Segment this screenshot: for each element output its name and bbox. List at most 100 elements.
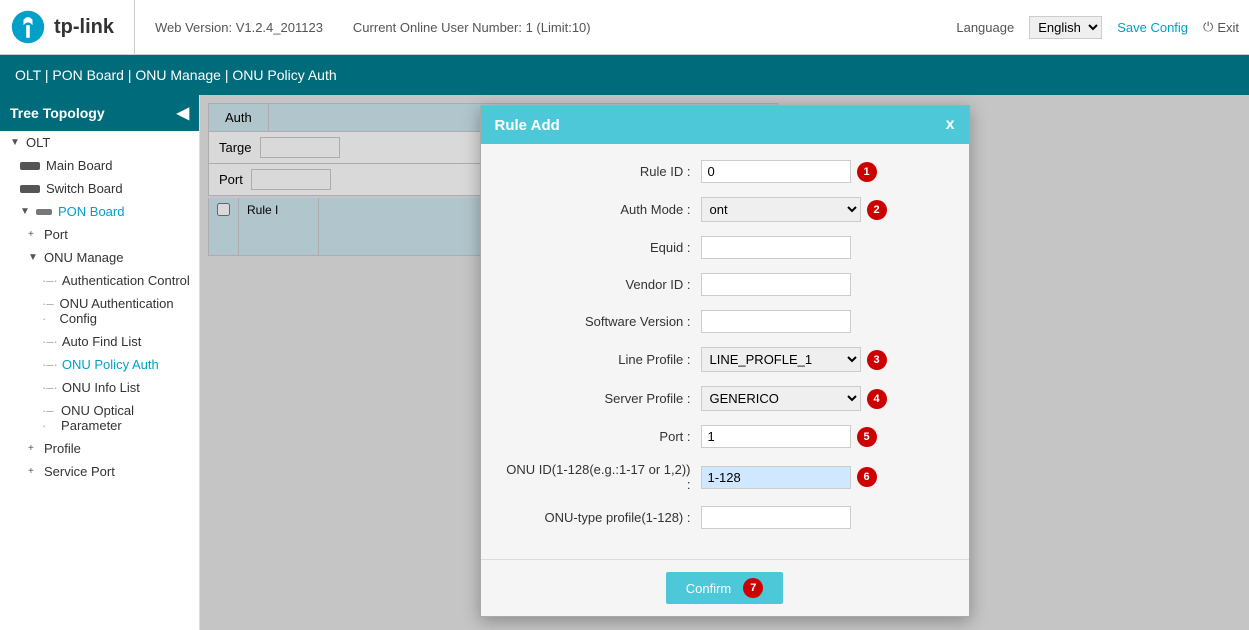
modal-header: Rule Add x: [481, 106, 969, 144]
profile-label: Profile: [44, 441, 81, 456]
line-profile-select[interactable]: LINE_PROFLE_1 LINE_PROFLE_2: [701, 347, 861, 372]
step-5-circle: 5: [857, 427, 877, 447]
sidebar-item-onu-auth-config[interactable]: ·–· ONU Authentication Config: [0, 292, 199, 330]
auth-mode-label: Auth Mode :: [501, 202, 701, 217]
modal-footer: Confirm 7: [481, 559, 969, 616]
sidebar-item-auto-find[interactable]: ·–· Auto Find List: [0, 330, 199, 353]
step-3-circle: 3: [867, 350, 887, 370]
vendor-id-row: Vendor ID :: [501, 273, 949, 296]
onu-policy-auth-label: ONU Policy Auth: [62, 357, 159, 372]
equid-label: Equid :: [501, 240, 701, 255]
sidebar-item-profile[interactable]: + Profile: [0, 437, 199, 460]
logo-text: tp-link: [54, 16, 114, 39]
pon-board-expand-icon: ▼: [20, 206, 32, 217]
content-area: Auth Targe Port PON0/0/6 Set R: [200, 95, 1249, 630]
step-1-circle: 1: [857, 162, 877, 182]
onu-type-profile-row: ONU-type profile(1-128) :: [501, 506, 949, 529]
vendor-id-input[interactable]: [701, 273, 851, 296]
software-version-label: Software Version :: [501, 314, 701, 329]
auth-mode-row: Auth Mode : ont mac loid hybrid 2: [501, 197, 949, 222]
port-field-input[interactable]: [701, 425, 851, 448]
breadcrumb: OLT | PON Board | ONU Manage | ONU Polic…: [0, 55, 1249, 95]
sidebar-item-onu-optical[interactable]: ·–· ONU Optical Parameter: [0, 399, 199, 437]
switch-board-device-icon: [20, 185, 40, 193]
rule-id-row: Rule ID : 1: [501, 160, 949, 183]
web-version: Web Version: V1.2.4_201123: [155, 20, 323, 35]
onu-id-row: ONU ID(1-128(e.g.:1-17 or 1,2)) : 6: [501, 462, 949, 492]
server-profile-select[interactable]: GENERICO: [701, 386, 861, 411]
header-right: Language English Save Config ⏻ Exit: [956, 16, 1239, 39]
sidebar-item-onu-policy-auth[interactable]: ·–· ONU Policy Auth: [0, 353, 199, 376]
equid-input[interactable]: [701, 236, 851, 259]
save-config-link[interactable]: Save Config: [1117, 20, 1188, 35]
auth-mode-select[interactable]: ont mac loid hybrid: [701, 197, 861, 222]
sidebar-item-olt[interactable]: ▼ OLT: [0, 131, 199, 154]
rule-add-modal: Rule Add x Rule ID : 1 Auth Mode : ont: [480, 105, 970, 617]
sidebar-item-port[interactable]: + Port: [0, 223, 199, 246]
onu-id-input[interactable]: [701, 466, 851, 489]
main-board-device-icon: [20, 162, 40, 170]
confirm-button[interactable]: Confirm 7: [666, 572, 784, 604]
tp-link-logo-icon: [10, 9, 46, 45]
service-port-label: Service Port: [44, 464, 115, 479]
expand-icon: ▼: [10, 137, 22, 148]
service-port-expand-icon: +: [28, 466, 40, 477]
pon-board-device-icon: [36, 209, 52, 215]
rule-id-input[interactable]: [701, 160, 851, 183]
switch-board-label: Switch Board: [46, 181, 123, 196]
port-label: Port: [44, 227, 68, 242]
sidebar-header: Tree Topology ◀: [0, 95, 199, 131]
header: tp-link Web Version: V1.2.4_201123 Curre…: [0, 0, 1249, 55]
step-7-circle: 7: [743, 578, 763, 598]
modal-overlay: Rule Add x Rule ID : 1 Auth Mode : ont: [200, 95, 1249, 630]
onu-type-profile-input[interactable]: [701, 506, 851, 529]
exit-button[interactable]: ⏻ Exit: [1203, 19, 1239, 35]
confirm-label: Confirm: [686, 581, 732, 596]
auth-control-label: Authentication Control: [62, 273, 190, 288]
logo-area: tp-link: [10, 0, 135, 54]
header-info: Web Version: V1.2.4_201123 Current Onlin…: [135, 20, 956, 35]
line-profile-row: Line Profile : LINE_PROFLE_1 LINE_PROFLE…: [501, 347, 949, 372]
breadcrumb-path: OLT | PON Board | ONU Manage | ONU Polic…: [15, 67, 337, 83]
step-4-circle: 4: [867, 389, 887, 409]
step-2-circle: 2: [867, 200, 887, 220]
sidebar-item-pon-board[interactable]: ▼ PON Board: [0, 200, 199, 223]
port-expand-icon: +: [28, 229, 40, 240]
main-layout: Tree Topology ◀ ▼ OLT Main Board Switch …: [0, 95, 1249, 630]
sidebar-item-onu-manage[interactable]: ▼ ONU Manage: [0, 246, 199, 269]
sidebar-item-switch-board[interactable]: Switch Board: [0, 177, 199, 200]
sidebar: Tree Topology ◀ ▼ OLT Main Board Switch …: [0, 95, 200, 630]
language-select[interactable]: English: [1029, 16, 1102, 39]
auto-find-label: Auto Find List: [62, 334, 142, 349]
onu-manage-expand-icon: ▼: [28, 252, 40, 263]
profile-expand-icon: +: [28, 443, 40, 454]
onu-auth-config-label: ONU Authentication Config: [59, 296, 191, 326]
sidebar-item-service-port[interactable]: + Service Port: [0, 460, 199, 483]
server-profile-label: Server Profile :: [501, 391, 701, 406]
exit-label: Exit: [1217, 20, 1239, 35]
onu-optical-label: ONU Optical Parameter: [61, 403, 191, 433]
port-field-label: Port :: [501, 429, 701, 444]
port-field-row: Port : 5: [501, 425, 949, 448]
software-version-input[interactable]: [701, 310, 851, 333]
sidebar-item-auth-control[interactable]: ·–· Authentication Control: [0, 269, 199, 292]
sidebar-item-main-board[interactable]: Main Board: [0, 154, 199, 177]
modal-body: Rule ID : 1 Auth Mode : ont mac loid hyb…: [481, 144, 969, 559]
step-6-circle: 6: [857, 467, 877, 487]
equid-row: Equid :: [501, 236, 949, 259]
language-label: Language: [956, 20, 1014, 35]
vendor-id-label: Vendor ID :: [501, 277, 701, 292]
server-profile-row: Server Profile : GENERICO 4: [501, 386, 949, 411]
software-version-row: Software Version :: [501, 310, 949, 333]
sidebar-item-onu-info[interactable]: ·–· ONU Info List: [0, 376, 199, 399]
main-board-label: Main Board: [46, 158, 112, 173]
sidebar-toggle-icon[interactable]: ◀: [177, 103, 189, 123]
online-users: Current Online User Number: 1 (Limit:10): [353, 20, 591, 35]
line-profile-label: Line Profile :: [501, 352, 701, 367]
pon-board-label: PON Board: [58, 204, 124, 219]
modal-close-button[interactable]: x: [946, 116, 955, 134]
modal-title: Rule Add: [495, 117, 560, 134]
onu-info-label: ONU Info List: [62, 380, 140, 395]
onu-type-profile-label: ONU-type profile(1-128) :: [501, 510, 701, 525]
onu-manage-label: ONU Manage: [44, 250, 123, 265]
